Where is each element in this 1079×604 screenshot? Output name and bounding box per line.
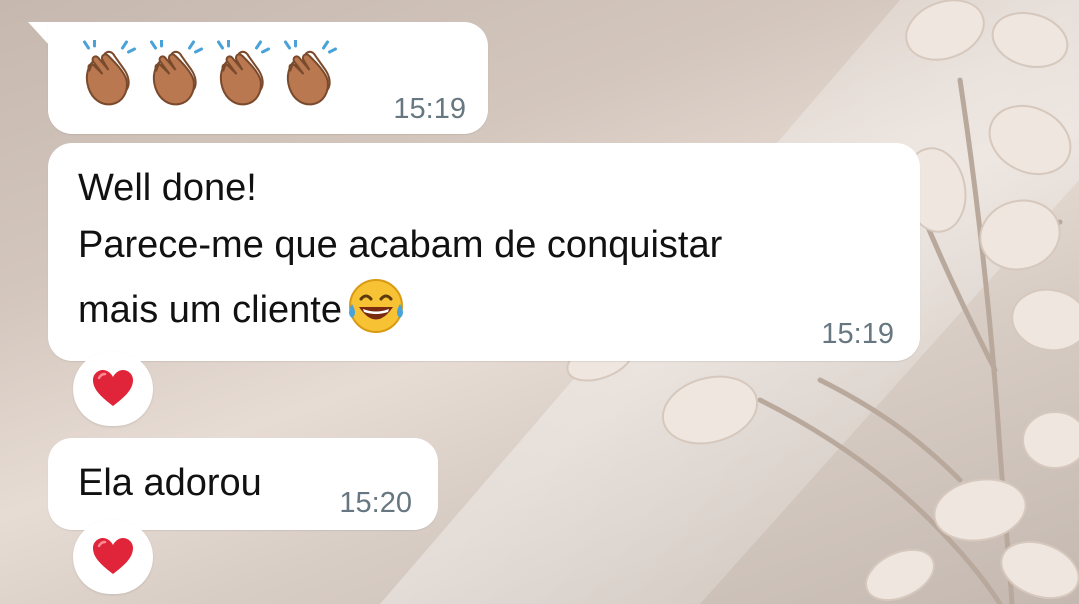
message-line: mais um cliente xyxy=(78,289,342,331)
clapping-hands-icon xyxy=(150,40,203,106)
message-text: Ela adorou xyxy=(78,462,262,504)
laughing-tears-icon xyxy=(348,279,403,333)
message-timestamp: 15:19 xyxy=(821,318,894,350)
reaction-badge[interactable] xyxy=(73,352,153,426)
message-bubble[interactable]: 15:19 xyxy=(48,22,488,134)
clapping-hands-icon xyxy=(284,40,337,106)
message-bubble[interactable]: Well done! Parece-me que acabam de conqu… xyxy=(48,143,920,361)
message-text: Well done! Parece-me que acabam de conqu… xyxy=(78,160,722,339)
message-line: Well done! xyxy=(78,167,257,209)
bubble-tail xyxy=(28,22,50,46)
clapping-hands-icon xyxy=(83,40,136,106)
message-timestamp: 15:19 xyxy=(393,93,466,125)
emoji-row xyxy=(78,40,340,110)
message-timestamp: 15:20 xyxy=(339,487,412,519)
message-bubble[interactable]: Ela adorou 15:20 xyxy=(48,438,438,530)
reaction-badge[interactable] xyxy=(73,520,153,594)
red-heart-icon xyxy=(93,370,133,406)
red-heart-icon xyxy=(93,538,133,574)
message-line: Parece-me que acabam de conquistar xyxy=(78,224,723,266)
clapping-hands-icon xyxy=(217,40,270,106)
